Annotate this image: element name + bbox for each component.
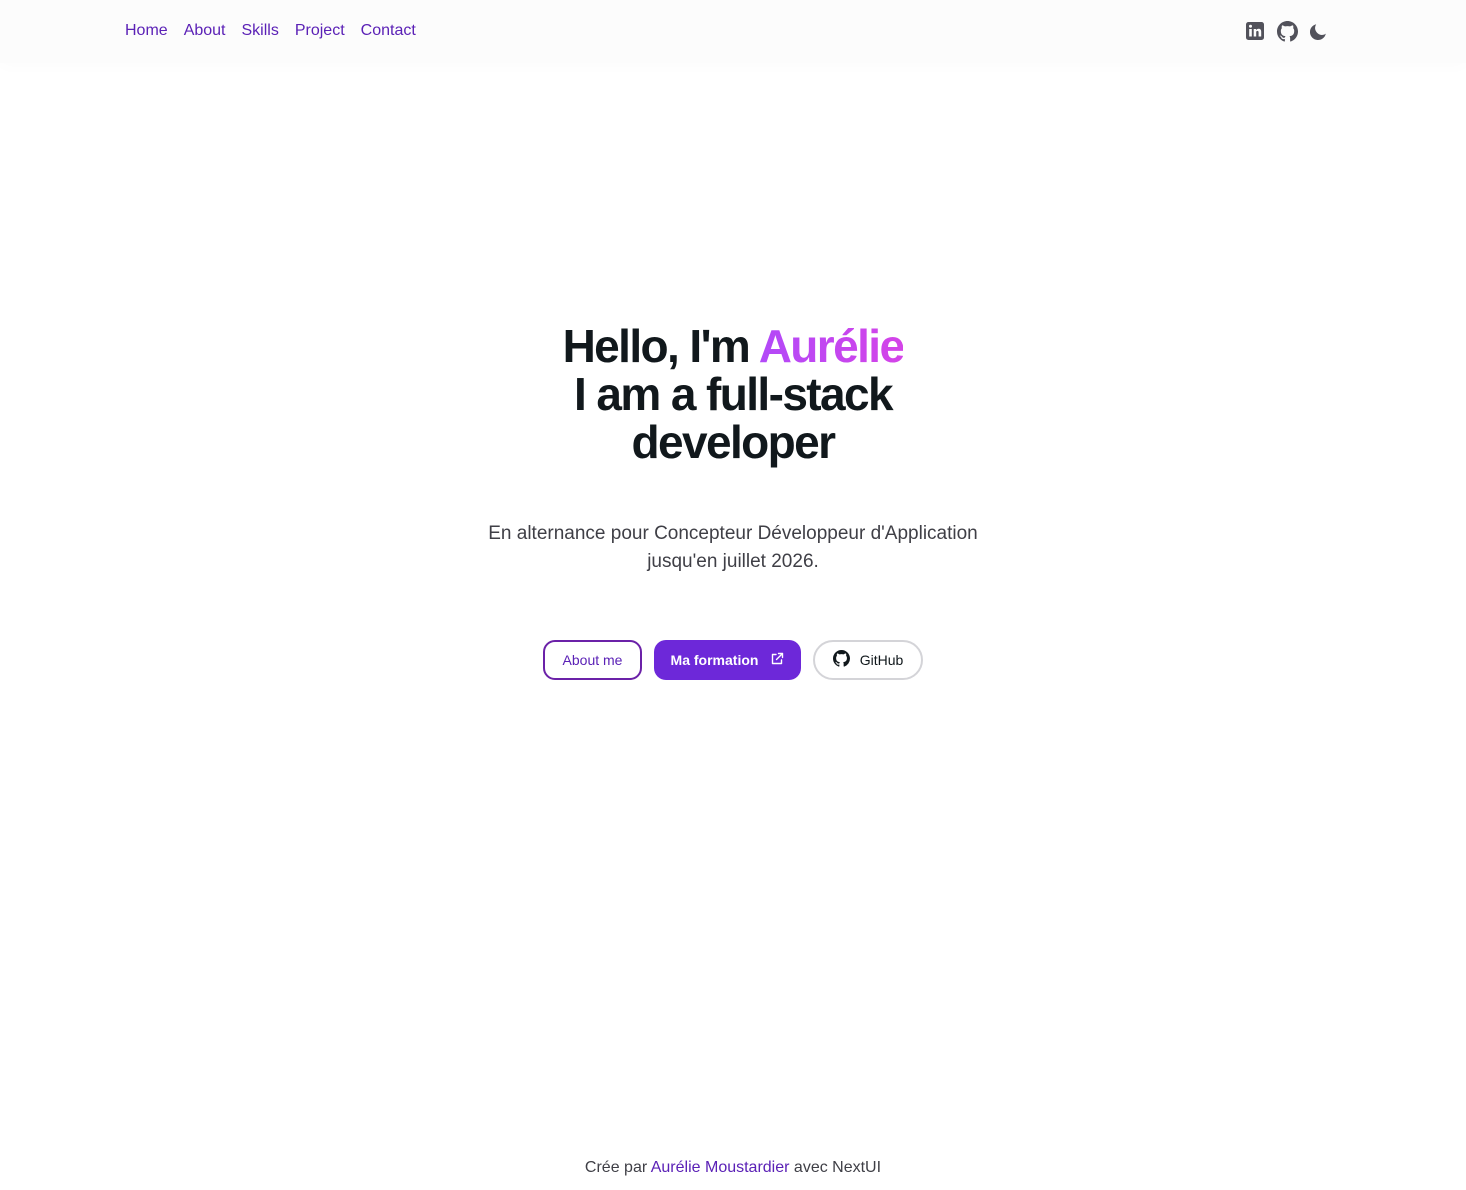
nav-icons	[1244, 20, 1330, 42]
hero-title: Hello, I'm Aurélie I am a full-stack dev…	[0, 322, 1466, 466]
nav-link-contact[interactable]: Contact	[361, 20, 416, 42]
linkedin-icon[interactable]	[1244, 20, 1266, 42]
hero-title-line2: I am a full-stack	[574, 368, 894, 420]
formation-button[interactable]: Ma formation	[654, 640, 801, 680]
nav-link-about[interactable]: About	[184, 20, 226, 42]
external-link-icon	[770, 652, 784, 669]
footer: Crée par Aurélie Moustardier avec NextUI	[0, 1157, 1466, 1179]
hero-title-prefix: Hello, I'm	[562, 320, 759, 372]
github-button[interactable]: GitHub	[813, 640, 923, 680]
footer-prefix: Crée par	[584, 1159, 651, 1176]
hero-name: Aurélie	[758, 320, 905, 372]
nav-link-skills[interactable]: Skills	[242, 20, 279, 42]
hero-subtitle: En alternance pour Concepteur Développeu…	[488, 523, 978, 572]
formation-label: Ma formation	[670, 652, 759, 668]
hero-section: Hello, I'm Aurélie I am a full-stack dev…	[0, 322, 1466, 680]
about-me-label: About me	[562, 652, 623, 668]
nav-link-home[interactable]: Home	[125, 20, 168, 42]
nav-links: Home About Skills Project Contact	[125, 20, 416, 42]
moon-icon[interactable]	[1308, 20, 1330, 42]
hero-buttons: About me Ma formation GitHub	[0, 640, 1466, 680]
hero-title-line3: developer	[631, 416, 837, 468]
github-button-icon	[832, 650, 850, 670]
navbar: Home About Skills Project Contact	[0, 0, 1466, 63]
github-button-label: GitHub	[859, 652, 904, 668]
nav-link-project[interactable]: Project	[295, 20, 345, 42]
footer-author-link[interactable]: Aurélie Moustardier	[651, 1159, 790, 1176]
github-icon[interactable]	[1276, 20, 1298, 42]
footer-suffix: avec NextUI	[789, 1159, 882, 1176]
about-me-button[interactable]: About me	[543, 640, 642, 680]
